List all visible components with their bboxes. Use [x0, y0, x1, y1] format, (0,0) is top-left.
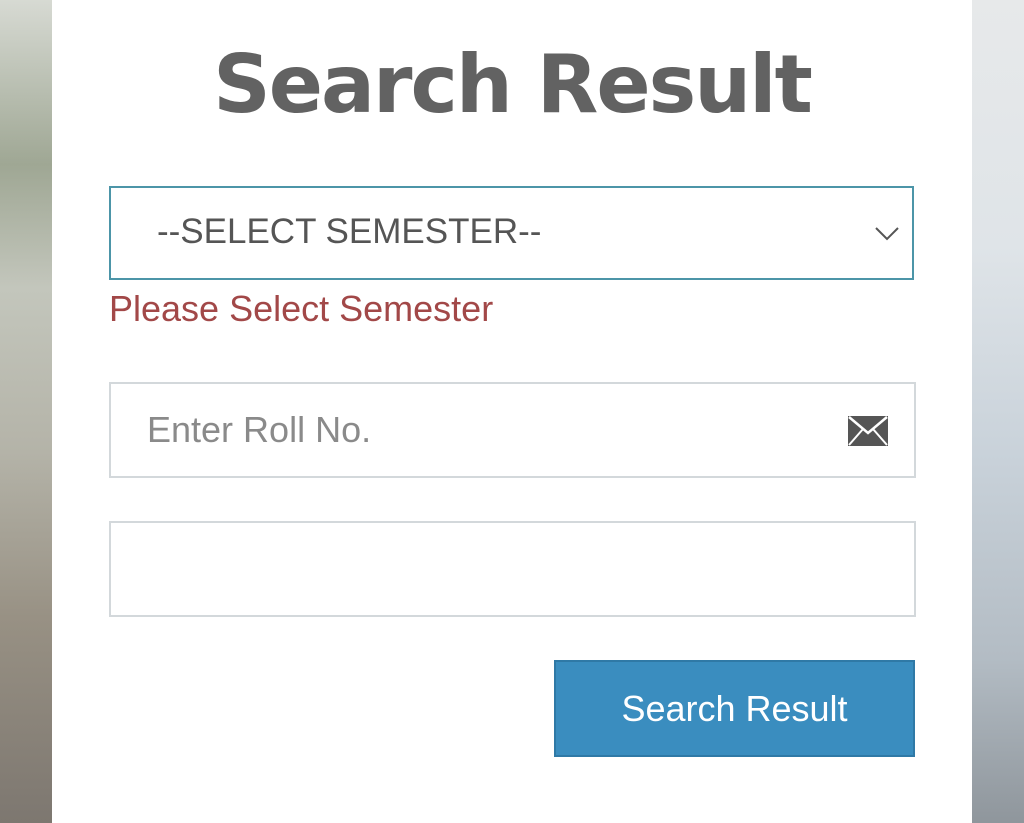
- second-input[interactable]: [147, 543, 807, 595]
- semester-select-value: --SELECT SEMESTER--: [157, 212, 542, 251]
- chevron-down-icon: [875, 227, 899, 241]
- semester-error-message: Please Select Semester: [109, 288, 494, 329]
- roll-number-input[interactable]: [147, 404, 807, 456]
- roll-number-field[interactable]: [109, 382, 916, 478]
- background-left: [0, 0, 52, 823]
- page-title: Search Result: [213, 38, 813, 131]
- background-right: [972, 0, 1024, 823]
- search-result-button[interactable]: Search Result: [554, 660, 915, 757]
- envelope-icon: [848, 416, 888, 446]
- second-input-field[interactable]: [109, 521, 916, 617]
- search-result-form: Search Result --SELECT SEMESTER-- Please…: [52, 0, 972, 823]
- semester-select[interactable]: --SELECT SEMESTER--: [109, 186, 914, 280]
